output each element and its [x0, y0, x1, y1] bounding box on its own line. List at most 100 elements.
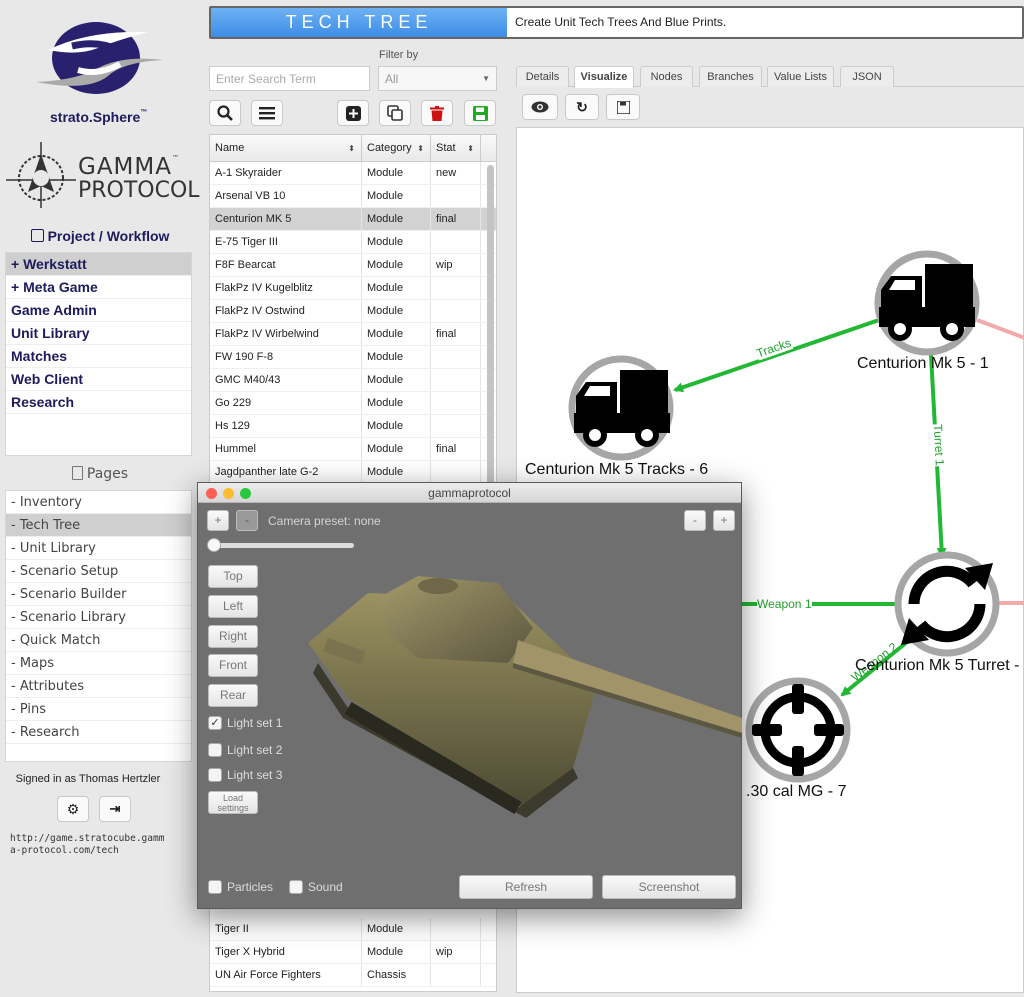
save-graph-button[interactable] [606, 94, 640, 120]
camera-slider-track[interactable] [208, 543, 354, 548]
save-button[interactable] [464, 100, 496, 126]
add-button[interactable] [337, 100, 369, 126]
table-row[interactable]: Tiger X Hybrid Module wip [210, 941, 496, 964]
page-item-scenario-setup[interactable]: - Scenario Setup [6, 560, 191, 583]
view-top-button[interactable]: Top [208, 565, 258, 588]
tab-nodes[interactable]: Nodes [640, 66, 693, 87]
tank-3d-model[interactable] [288, 568, 742, 818]
page-item-research[interactable]: - Research [6, 721, 191, 744]
nav-item-web-client[interactable]: Web Client [6, 368, 191, 391]
gamma-protocol-logo [6, 142, 76, 208]
settings-button[interactable]: ⚙ [57, 796, 89, 822]
cell-category: Module [362, 918, 431, 940]
refresh-graph-button[interactable]: ↻ [565, 94, 599, 120]
table-row[interactable]: Centurion MK 5 Module final [210, 208, 496, 231]
cell-category: Module [362, 392, 431, 414]
view-left-button[interactable]: Left [208, 595, 258, 618]
node-centurion-mk5[interactable] [874, 250, 980, 356]
page-item-scenario-builder[interactable]: - Scenario Builder [6, 583, 191, 606]
close-window-button[interactable] [206, 488, 217, 499]
tab-visualize[interactable]: Visualize [574, 66, 634, 88]
table-row[interactable]: F8F Bearcat Module wip [210, 254, 496, 277]
search-icon [217, 105, 233, 121]
view-button[interactable] [522, 94, 558, 120]
maximize-window-button[interactable] [240, 488, 251, 499]
table-scrollbar[interactable] [487, 165, 494, 485]
nav-item-research[interactable]: Research [6, 391, 191, 414]
tab-json[interactable]: JSON [840, 66, 894, 87]
table-row[interactable]: A-1 Skyraider Module new [210, 162, 496, 185]
site-url[interactable]: http://game.stratocube.gamm a-protocol.c… [10, 833, 164, 857]
filter-select[interactable]: All ▼ [378, 66, 497, 91]
page-item-quick-match[interactable]: - Quick Match [6, 629, 191, 652]
node-centurion-mk5-turret[interactable] [894, 551, 1000, 657]
table-row[interactable]: Hs 129 Module [210, 415, 496, 438]
nav-item-werkstatt[interactable]: + Werkstatt [6, 253, 191, 276]
nav-item-matches[interactable]: Matches [6, 345, 191, 368]
table-row[interactable]: UN Air Force Fighters Chassis [210, 964, 496, 987]
table-row[interactable]: E-75 Tiger III Module [210, 231, 496, 254]
zoom-out-button[interactable]: - [236, 510, 258, 531]
load-settings-button[interactable]: Load settings [208, 791, 258, 814]
search-button[interactable] [209, 100, 241, 126]
prev-preset-button[interactable]: - [684, 510, 706, 531]
list-button[interactable] [251, 100, 283, 126]
node-label-centurion-mk5: Centurion Mk 5 - 1 [857, 355, 989, 372]
light-set-2-checkbox[interactable]: Light set 2 [208, 743, 282, 757]
zoom-in-button[interactable]: + [207, 510, 229, 531]
column-header-status[interactable]: Stat ⬍ [431, 135, 481, 161]
particles-checkbox[interactable]: Particles [208, 880, 273, 894]
sound-checkbox[interactable]: Sound [289, 880, 343, 894]
view-rear-button[interactable]: Rear [208, 684, 258, 707]
view-front-button[interactable]: Front [208, 654, 258, 677]
column-header-category[interactable]: Category ⬍ [362, 135, 431, 161]
next-preset-button[interactable]: + [713, 510, 735, 531]
tab-value-lists[interactable]: Value Lists [767, 66, 834, 87]
table-row[interactable]: Go 229 Module [210, 392, 496, 415]
table-row[interactable]: Hummel Module final [210, 438, 496, 461]
project-workflow-heading: Project / Workflow [0, 228, 200, 244]
pages-heading: Pages [0, 466, 200, 482]
page-item-tech-tree[interactable]: - Tech Tree [6, 514, 191, 537]
node-30-cal-mg[interactable] [745, 677, 851, 783]
page-item-scenario-library[interactable]: - Scenario Library [6, 606, 191, 629]
cell-status: final [431, 323, 481, 345]
view-right-button[interactable]: Right [208, 625, 258, 648]
nav-item-meta-game[interactable]: + Meta Game [6, 276, 191, 299]
light-set-3-checkbox[interactable]: Light set 3 [208, 768, 282, 782]
table-row[interactable]: Arsenal VB 10 Module [210, 185, 496, 208]
nav-item-game-admin[interactable]: Game Admin [6, 299, 191, 322]
cell-category: Module [362, 346, 431, 368]
tab-details[interactable]: Details [516, 66, 569, 87]
page-item-maps[interactable]: - Maps [6, 652, 191, 675]
cell-status [431, 415, 481, 437]
light-set-1-checkbox[interactable]: ✓ Light set 1 [208, 716, 282, 730]
page-item-pins[interactable]: - Pins [6, 698, 191, 721]
table-row[interactable]: FlakPz IV Kugelblitz Module [210, 277, 496, 300]
page-item-unit-library[interactable]: - Unit Library [6, 537, 191, 560]
table-row[interactable]: Tiger II Module [210, 918, 496, 941]
logout-button[interactable]: ⇥ [99, 796, 131, 822]
table-row[interactable]: FW 190 F-8 Module [210, 346, 496, 369]
table-row[interactable]: GMC M40/43 Module [210, 369, 496, 392]
cell-name: Hs 129 [210, 415, 362, 437]
page-item-inventory[interactable]: - Inventory [6, 491, 191, 514]
table-row[interactable]: FlakPz IV Wirbelwind Module final [210, 323, 496, 346]
refresh-icon: ↻ [576, 98, 588, 115]
camera-slider-thumb[interactable] [207, 538, 221, 552]
search-input[interactable]: Enter Search Term [209, 66, 370, 91]
cell-status [431, 185, 481, 207]
delete-button[interactable] [421, 100, 453, 126]
page-item-attributes[interactable]: - Attributes [6, 675, 191, 698]
refresh-button[interactable]: Refresh [459, 875, 593, 899]
screenshot-button[interactable]: Screenshot [602, 875, 736, 899]
table-row[interactable]: FlakPz IV Ostwind Module [210, 300, 496, 323]
minimize-window-button[interactable] [223, 488, 234, 499]
duplicate-button[interactable] [379, 100, 411, 126]
column-header-name[interactable]: Name ⬍ [210, 135, 362, 161]
window-titlebar[interactable]: gammaprotocol [198, 483, 741, 503]
tab-branches[interactable]: Branches [699, 66, 762, 87]
node-centurion-mk5-tracks[interactable] [568, 355, 674, 461]
table-row[interactable]: Jagdpanther late G-2 Module [210, 461, 496, 484]
nav-item-unit-library[interactable]: Unit Library [6, 322, 191, 345]
